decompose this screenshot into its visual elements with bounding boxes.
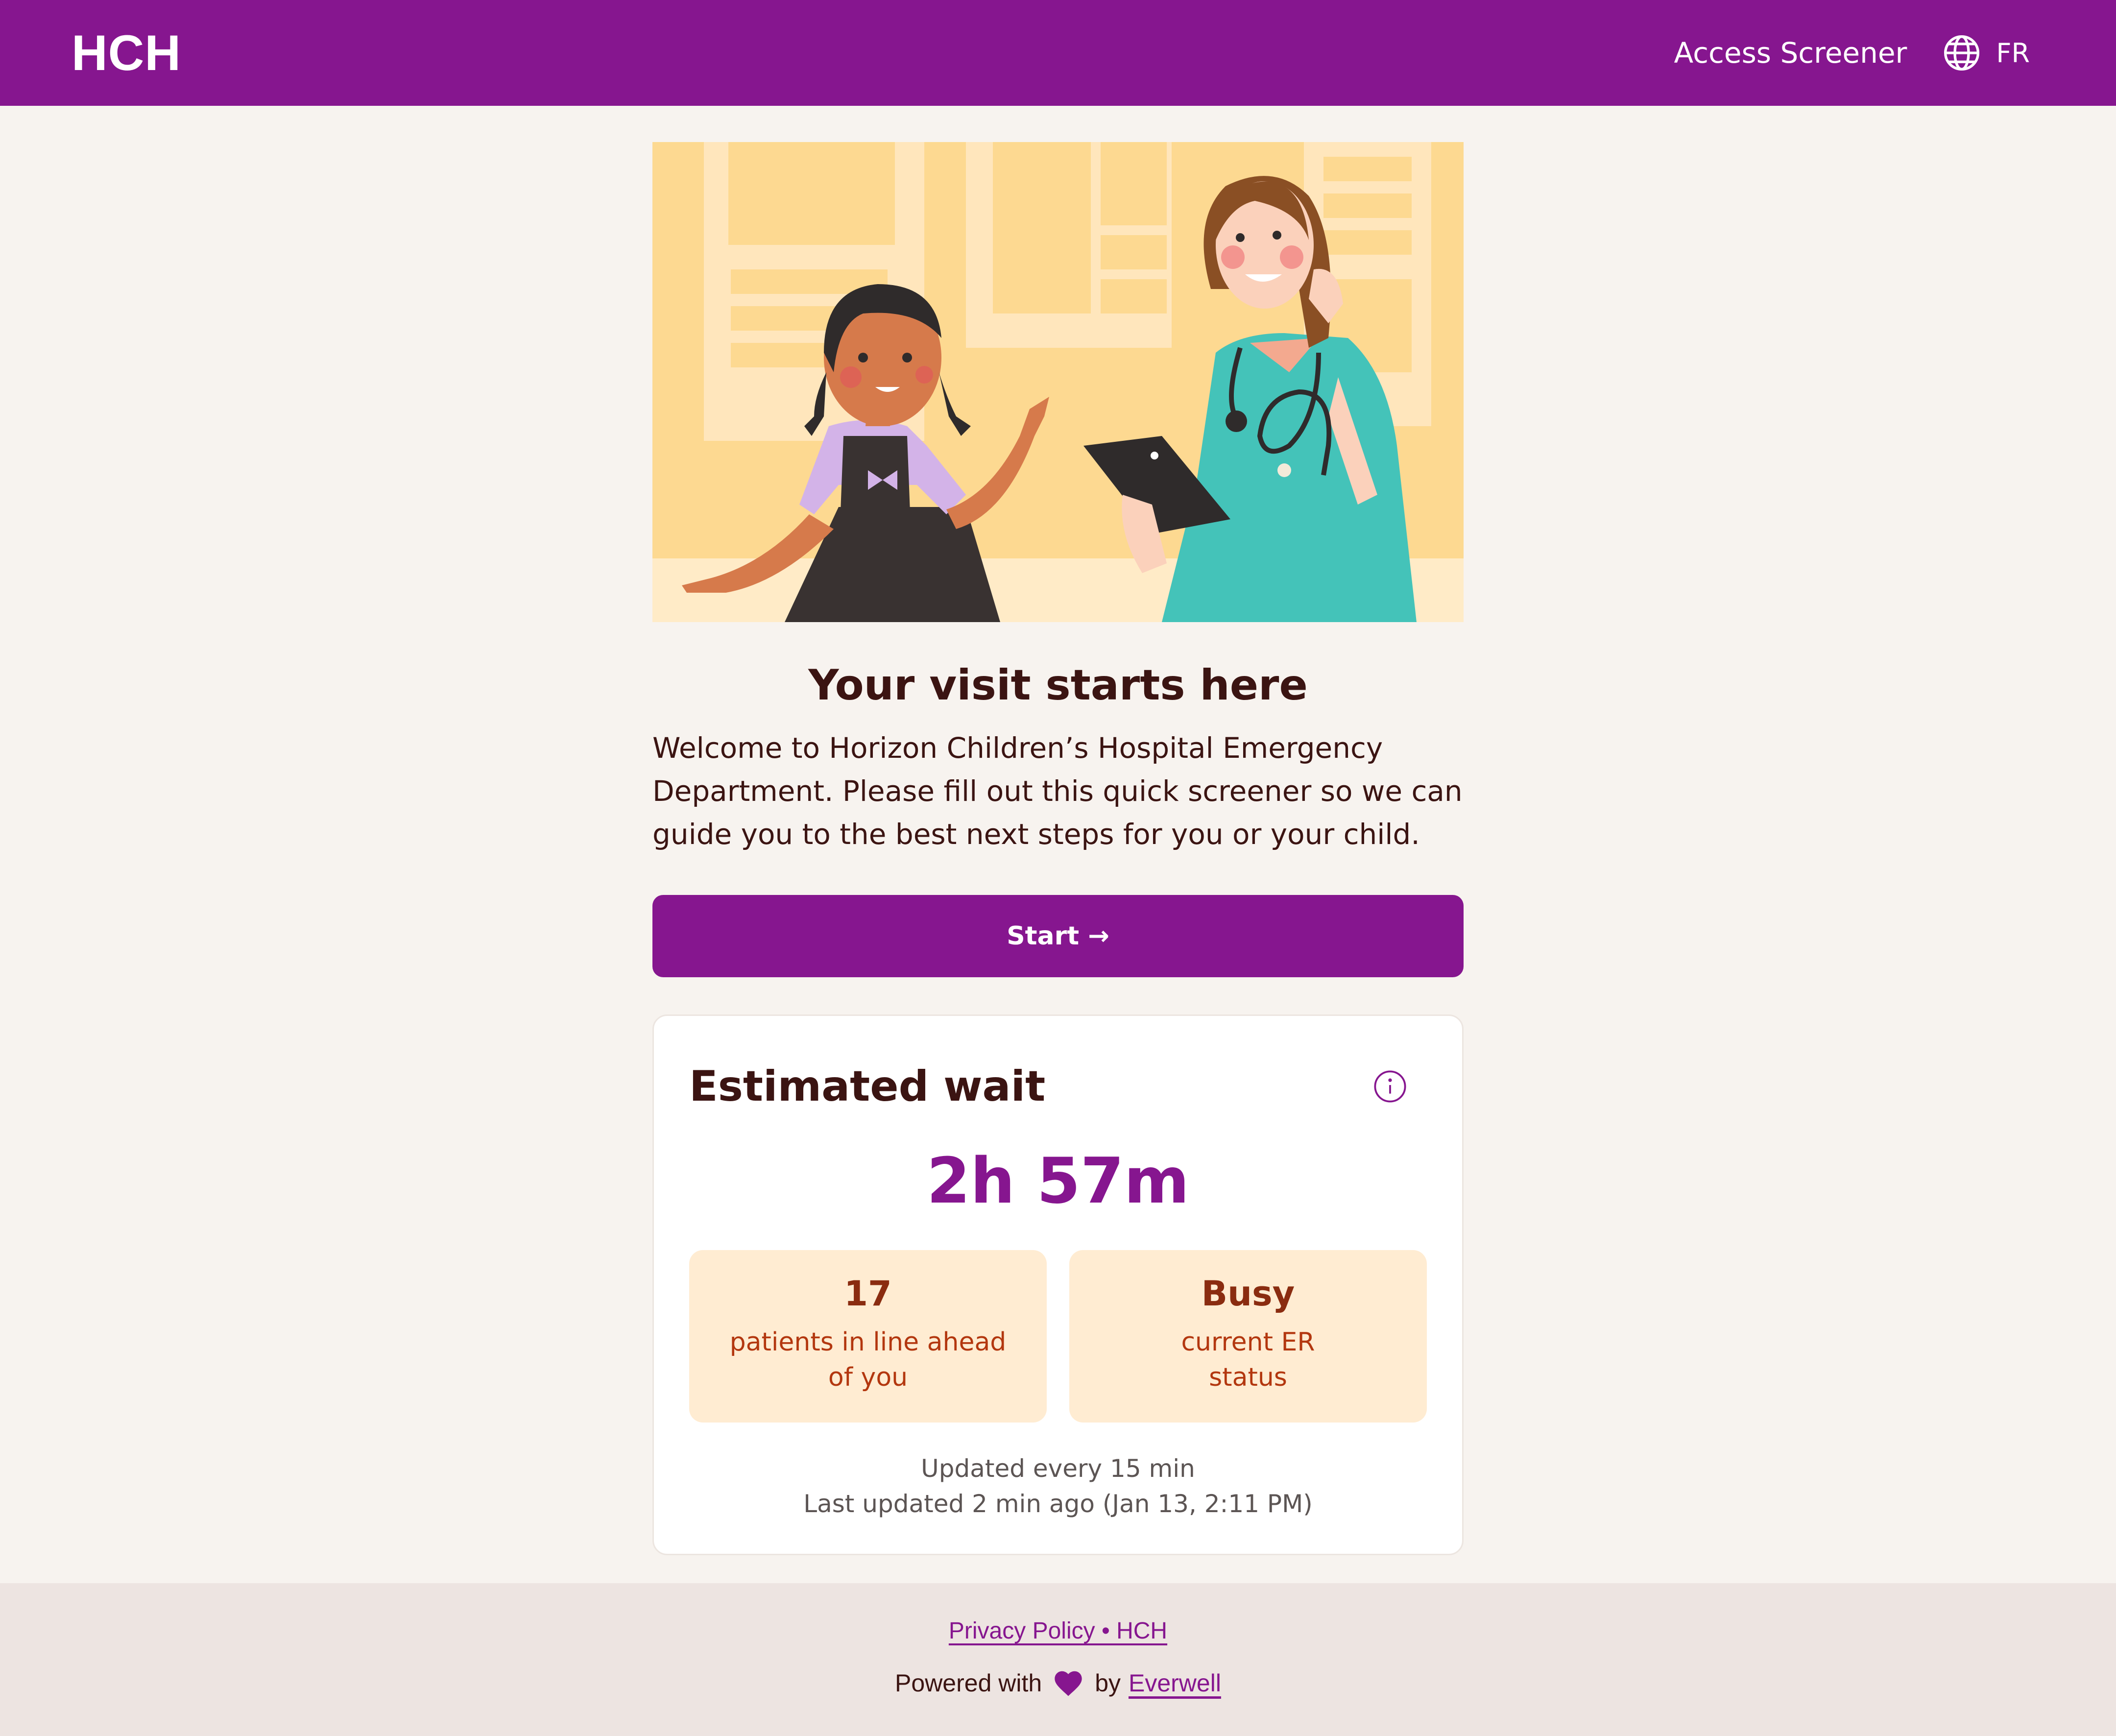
powered-by-line: Powered with by Everwell xyxy=(0,1669,2116,1697)
last-updated: Last updated 2 min ago (Jan 13, 2:11 PM) xyxy=(803,1490,1313,1519)
main-content: Your visit starts here Welcome to Horizo… xyxy=(652,142,1464,1556)
stat-value: 17 xyxy=(844,1274,892,1314)
top-navigation-bar: HCH Access Screener FR xyxy=(0,0,2116,106)
child-and-nurse-illustration xyxy=(652,142,1464,622)
powered-by-text: by xyxy=(1095,1669,1121,1697)
header-actions: Access Screener FR xyxy=(1674,33,2030,72)
card-title: Estimated wait xyxy=(689,1062,1046,1111)
hospital-logo[interactable]: HCH xyxy=(72,24,181,82)
patients-ahead-stat: 17 patients in line ahead of you xyxy=(689,1250,1047,1423)
update-frequency: Updated every 15 min xyxy=(921,1454,1195,1483)
stat-label: patients in line ahead of you xyxy=(729,1327,1007,1393)
page-footer: Privacy Policy • HCH Powered with by Eve… xyxy=(0,1583,2116,1736)
update-info: Updated every 15 min Last updated 2 min … xyxy=(689,1451,1427,1521)
heart-icon xyxy=(1055,1671,1082,1696)
privacy-policy-link[interactable]: Privacy Policy • HCH xyxy=(0,1617,2116,1644)
globe-icon xyxy=(1944,35,1980,71)
er-status-stat: Busy current ER status xyxy=(1069,1250,1427,1423)
estimated-wait-card: Estimated wait 2h 57m 17 patients in lin… xyxy=(652,1014,1464,1556)
stat-label: current ER status xyxy=(1181,1327,1315,1393)
start-button[interactable]: Start → xyxy=(652,895,1464,978)
everwell-link[interactable]: Everwell xyxy=(1129,1669,1221,1697)
page-title: Your visit starts here xyxy=(808,661,1308,710)
powered-prefix: Powered with xyxy=(895,1669,1042,1697)
language-toggle-button[interactable]: FR xyxy=(1942,33,2030,72)
access-screener-link[interactable]: Access Screener xyxy=(1674,36,1907,70)
language-label: FR xyxy=(1996,37,2030,69)
welcome-message: Welcome to Horizon Children’s Hospital E… xyxy=(652,731,1463,851)
card-header: Estimated wait xyxy=(689,1057,1427,1116)
info-icon[interactable] xyxy=(1373,1069,1407,1104)
wait-stats: 17 patients in line ahead of you Busy cu… xyxy=(689,1250,1427,1423)
wait-time-value: 2h 57m xyxy=(926,1145,1190,1218)
stat-value: Busy xyxy=(1201,1274,1295,1314)
